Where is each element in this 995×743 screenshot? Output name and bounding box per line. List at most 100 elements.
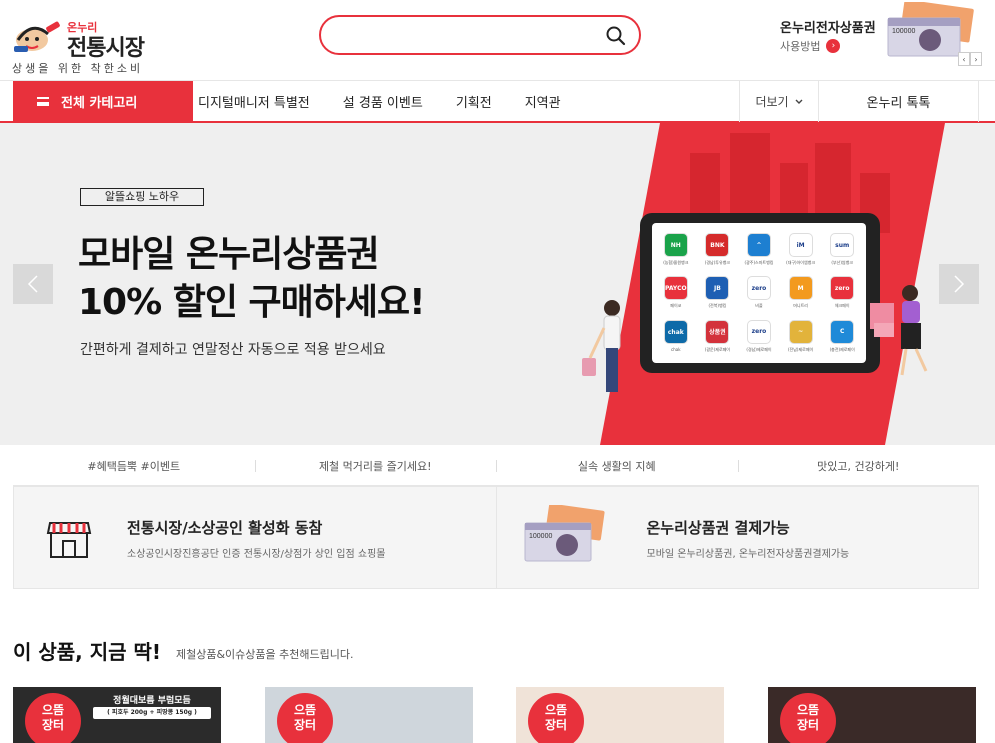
feature-boxes: 전통시장/소상공인 활성화 동참 소상공인시장진흥공단 인증 전통시장/상점가 … — [13, 486, 979, 589]
main-nav: 전체 카테고리 디지털매니저 특별전 설 경품 이벤트 기획전 지역관 더보기 … — [0, 80, 995, 123]
app-label: (충전)제로페이 — [829, 346, 855, 352]
premium-market-badge: 으뜸 장터 — [277, 693, 333, 743]
product-list: 으뜸 장터 정월대보름 부럼모듬( 피호두 200g + 피땅콩 150g ) 으뜸 장… — [13, 687, 979, 743]
payment-app: PAYCO 페이코 — [656, 272, 696, 313]
payment-app: sum (부산)썸뱅크 — [822, 229, 862, 270]
payment-app: iM (대구)아이엠뱅크 — [781, 229, 821, 270]
nav-link-digital-manager[interactable]: 디지털매니저 특별전 — [198, 92, 310, 111]
badge-line2: 장터 — [41, 718, 65, 732]
app-label: 페이코 — [670, 303, 682, 309]
feature-desc: 소상공인시장진흥공단 인증 전통시장/상점가 상인 입점 쇼핑몰 — [127, 549, 386, 560]
premium-market-badge: 으뜸 장터 — [780, 693, 836, 743]
feature-title: 온누리상품권 결제가능 — [646, 519, 790, 537]
banner-next-button[interactable] — [939, 264, 979, 304]
payment-app: zero (경남)제로페이 — [739, 316, 779, 357]
payment-app: chak chak — [656, 316, 696, 357]
app-label: (경남)제로페이 — [746, 346, 772, 352]
payment-app: zero 체크페이 — [822, 272, 862, 313]
feature-voucher-payment: 100000 온누리상품권 결제가능 모바일 온누리상품권, 온누리전자상품권결… — [495, 487, 979, 588]
logo-tagline: 상생을 위한 착한소비 — [12, 62, 144, 75]
logo-title: 전통시장 — [67, 36, 145, 61]
nav-link-special[interactable]: 기획전 — [456, 92, 492, 111]
svg-text:100000: 100000 — [892, 28, 915, 35]
prev-arrow-icon[interactable]: ‹ — [958, 52, 970, 66]
voucher-title: 온누리전자상품권 — [780, 21, 876, 36]
app-label: (전남)제로페이 — [787, 346, 814, 352]
app-label: 비플 — [755, 303, 763, 309]
product-card[interactable]: 으뜸 장터 — [768, 687, 976, 743]
chevron-right-icon — [954, 275, 965, 293]
search-input[interactable] — [335, 23, 595, 47]
payment-app-grid: NH (농협)올원뱅크 BNK (경남)투유뱅크 ^ (광주)스마트뱅킹 iM (대구)아이엠… — [652, 223, 866, 363]
banner-prev-button[interactable] — [13, 264, 53, 304]
app-logo-icon: 상품권 — [705, 319, 730, 344]
woman-illustration-right — [870, 285, 928, 376]
nav-links: 디지털매니저 특별전 설 경품 이벤트 기획전 지역관 — [198, 81, 594, 122]
app-logo-icon: zero — [830, 276, 855, 301]
payment-app: ~ (전남)제로페이 — [781, 316, 821, 357]
svg-text:100000: 100000 — [529, 533, 552, 540]
badge-line1: 으뜸 — [41, 703, 65, 717]
app-logo-icon: NH — [663, 233, 688, 258]
app-label: 체크페이 — [834, 303, 850, 309]
banner-headline-line1: 모바일 온누리상품권 — [78, 234, 380, 275]
product-card[interactable]: 으뜸 장터 정월대보름 부럼모듬( 피호두 200g + 피땅콩 150g ) — [13, 687, 221, 743]
section-title: 이 상품, 지금 딱! — [13, 640, 162, 664]
product-card[interactable]: 으뜸 장터 — [265, 687, 473, 743]
badge-line2: 장터 — [796, 718, 820, 732]
hashtag-link[interactable]: 실속 생활의 지혜 — [496, 446, 738, 485]
store-icon — [46, 522, 92, 558]
feature-desc: 모바일 온누리상품권, 온누리전자상품권결제가능 — [646, 549, 850, 560]
app-label: (광운)제로페이 — [704, 346, 730, 352]
feature-market-support: 전통시장/소상공인 활성화 동참 소상공인시장진흥공단 인증 전통시장/상점가 … — [14, 487, 496, 588]
onnuri-talk-button[interactable]: 온누리 톡톡 — [819, 81, 979, 122]
product-card[interactable]: 으뜸 장터 — [516, 687, 724, 743]
voucher-howto-label: 사용방법 — [780, 40, 821, 53]
nav-link-regional[interactable]: 지역관 — [525, 92, 561, 111]
onnuri-talk-label: 온누리 톡톡 — [866, 96, 931, 111]
hero-banner[interactable]: 알뜰쇼핑 노하우 모바일 온누리상품권 10% 할인 구매하세요! 간편하게 결… — [0, 123, 995, 445]
voucher-icon: 100000 — [524, 505, 605, 562]
nav-link-lunar-event[interactable]: 설 경품 이벤트 — [343, 92, 423, 111]
chevron-down-icon — [795, 99, 803, 104]
app-label: (부산)썸뱅크 — [831, 260, 853, 266]
badge-line2: 장터 — [293, 718, 317, 732]
all-category-label: 전체 카테고리 — [61, 96, 138, 111]
more-label: 더보기 — [755, 95, 789, 109]
search-box — [319, 15, 641, 55]
badge-line1: 으뜸 — [796, 703, 820, 717]
app-logo-icon: chak — [663, 320, 688, 345]
app-label: (경남)투유뱅크 — [704, 260, 730, 266]
search-icon[interactable] — [605, 25, 627, 47]
chevron-left-icon — [27, 275, 38, 293]
hashtag-link[interactable]: #혜택듬뿍 #이벤트 — [13, 446, 255, 485]
site-logo[interactable]: 온누리 전통시장 상생을 위한 착한소비 — [12, 12, 162, 75]
hashtag-link[interactable]: 맛있고, 건강하게! — [737, 446, 980, 485]
woman-illustration-left — [582, 300, 621, 392]
app-label: 머니트리 — [793, 303, 808, 309]
tablet-illustration: NH (농협)올원뱅크 BNK (경남)투유뱅크 ^ (광주)스마트뱅킹 iM (대구)아이엠… — [640, 213, 880, 373]
badge-line1: 으뜸 — [293, 703, 317, 717]
premium-market-badge: 으뜸 장터 — [528, 693, 584, 743]
banner-headline-line2: 10% 할인 구매하세요! — [78, 282, 425, 323]
more-button[interactable]: 더보기 — [739, 81, 819, 122]
badge-line2: 장터 — [544, 718, 568, 732]
app-logo-icon: M — [788, 276, 813, 301]
app-logo-icon: JB — [705, 276, 730, 301]
next-arrow-icon[interactable]: › — [970, 52, 982, 66]
payment-app: M 머니트리 — [781, 272, 821, 313]
product-label: 정월대보름 부럼모듬 — [113, 696, 191, 706]
hashtag-link[interactable]: 제철 먹거리를 즐기세요! — [254, 446, 497, 485]
logo-mascot-icon — [14, 21, 60, 52]
app-logo-icon: ~ — [788, 319, 813, 344]
chevron-right-icon: › — [826, 39, 841, 53]
all-category-button[interactable]: 전체 카테고리 — [13, 81, 193, 122]
voucher-howto-link[interactable]: 사용방법 › — [780, 38, 841, 54]
banner-subtext: 간편하게 결제하고 연말정산 자동으로 적용 받으세요 — [80, 342, 386, 358]
payment-app: 상품권 (광운)제로페이 — [698, 316, 738, 357]
voucher-promo[interactable]: 온누리전자상품권 사용방법 › 100000 ‹ › — [780, 2, 990, 72]
payment-app: C (충전)제로페이 — [822, 316, 862, 357]
app-logo-icon: ^ — [746, 233, 771, 258]
payment-app: BNK (경남)투유뱅크 — [698, 229, 738, 270]
payment-app: NH (농협)올원뱅크 — [656, 229, 696, 270]
